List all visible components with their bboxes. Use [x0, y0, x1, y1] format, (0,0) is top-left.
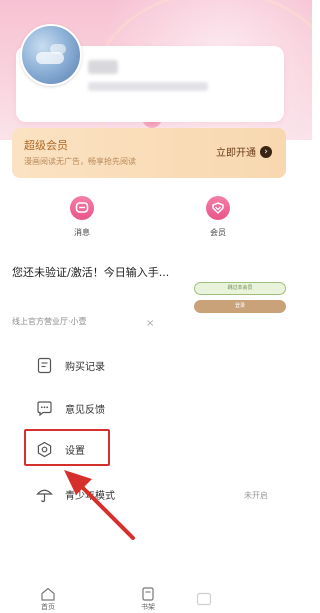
tab-bookshelf[interactable]: 书架: [128, 586, 168, 612]
settings-highlight-box: [24, 429, 110, 466]
menu-item-feedback[interactable]: 意见反馈: [36, 396, 105, 420]
menu-item-label: 意见反馈: [65, 404, 105, 416]
vip-open-label: 立即开通: [216, 148, 256, 159]
avatar[interactable]: [20, 24, 82, 86]
menu-item-purchase-records[interactable]: 购买记录: [36, 353, 105, 377]
umbrella-icon: [36, 486, 53, 503]
vip-subtitle: 漫画阅读无广告，畅享抢先阅读: [24, 157, 136, 166]
bottom-tab-bar: 首页 书架: [0, 582, 312, 613]
vip-title: 超级会员: [24, 139, 68, 152]
login-pill[interactable]: 登录: [194, 300, 286, 313]
skip-pill[interactable]: 跳过本会员: [194, 282, 286, 295]
menu-item-teen-mode[interactable]: 青少年模式: [36, 482, 115, 506]
tab-label: 书架: [141, 603, 155, 611]
home-icon: [40, 586, 56, 601]
user-id-blurred: [88, 82, 208, 91]
bookshelf-icon: [140, 586, 156, 601]
quick-link-label: 消息: [74, 228, 90, 237]
teen-mode-status: 未开启: [244, 491, 268, 500]
watermark-glyph-icon: [196, 592, 212, 609]
message-icon: [70, 196, 94, 220]
receipt-icon: [36, 357, 53, 374]
vip-icon: [206, 196, 230, 220]
menu-item-label: 购买记录: [65, 361, 105, 373]
chevron-right-icon: ›: [260, 145, 272, 158]
username-blurred: [88, 60, 118, 74]
menu-item-label: 青少年模式: [65, 490, 115, 502]
vip-banner[interactable]: 超级会员 漫画阅读无广告，畅享抢先阅读 立即开通 ›: [12, 128, 286, 178]
quick-link-vip[interactable]: 会员: [188, 196, 248, 238]
quick-link-label: 会员: [210, 228, 226, 237]
verification-notice[interactable]: 您还未验证/激活！今日输入手...: [12, 264, 169, 280]
official-hall-text: 线上官方营业厅·小壹: [12, 317, 87, 326]
tab-home[interactable]: 首页: [28, 586, 68, 612]
vip-open-button[interactable]: 立即开通 ›: [216, 144, 272, 159]
feedback-icon: [36, 400, 53, 417]
close-icon[interactable]: ×: [146, 318, 154, 329]
tab-label: 首页: [41, 603, 55, 611]
avatar-cloud: [50, 44, 66, 54]
quick-link-message[interactable]: 消息: [52, 196, 112, 238]
